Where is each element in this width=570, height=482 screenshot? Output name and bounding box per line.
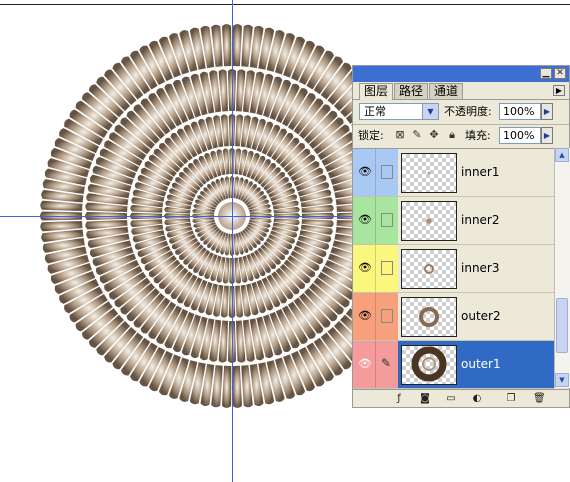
eye-icon[interactable]: 👁︎ <box>358 165 372 178</box>
layer-thumbnail-inner3 <box>401 249 457 289</box>
shell-ridge <box>222 24 232 67</box>
mask-icon[interactable]: ◙ <box>419 393 431 405</box>
layer-name-outer2[interactable]: outer2 <box>461 309 501 323</box>
layer-thumbnail-inner2 <box>401 201 457 241</box>
lock-row: 锁定: ⊠ ✎ ✥ 🔒︎ 填充: 100% ▶ <box>353 124 569 147</box>
layer-row-inner3[interactable]: 👁︎ inner3 <box>353 245 554 293</box>
layers-panel: ▁ ✕ 图层 路径 通道 ▶ 正常 ▼ 不透明度: 100% ▶ 锁定: ⊠ ✎… <box>352 65 570 408</box>
layer-link-cell <box>375 245 398 292</box>
tab-channels[interactable]: 通道 <box>429 83 464 99</box>
layer-thumbnail-outer2 <box>401 297 457 337</box>
layer-row-outer1[interactable]: 👁︎ ✎ outer1 <box>353 341 554 389</box>
vertical-guide-line[interactable] <box>232 0 233 482</box>
shell-ridge <box>40 220 83 232</box>
panel-bottom-toolbar: ƒ ◙ ▭ ◐ ❐ 🗑︎ <box>353 389 569 408</box>
minimize-button[interactable]: ▁ <box>540 68 552 79</box>
panel-tabs: 图层 路径 通道 ▶ <box>353 82 569 100</box>
layer-color-outer1: 👁︎ <box>353 341 375 388</box>
layer-name-outer1[interactable]: outer1 <box>461 357 501 371</box>
layer-row-inner1[interactable]: 👁︎ inner1 <box>353 149 554 197</box>
folder-icon[interactable]: ▭ <box>445 393 457 405</box>
opacity-label: 不透明度: <box>444 105 492 118</box>
link-box[interactable] <box>381 165 393 179</box>
link-box[interactable] <box>381 213 393 227</box>
tab-paths[interactable]: 路径 <box>394 83 429 99</box>
link-box[interactable] <box>381 309 393 323</box>
shell-ridge <box>232 24 242 67</box>
scroll-thumb[interactable] <box>556 298 568 353</box>
layer-name-inner2[interactable]: inner2 <box>461 213 500 227</box>
lock-transparency-icon[interactable]: ⊠ <box>394 129 406 141</box>
scroll-down-button[interactable]: ▼ <box>555 373 569 387</box>
layer-color-inner1: 👁︎ <box>353 149 375 196</box>
lock-all-icon[interactable]: 🔒︎ <box>446 129 458 141</box>
eye-icon[interactable]: 👁︎ <box>358 357 372 370</box>
panel-menu-button[interactable]: ▶ <box>553 85 565 96</box>
scroll-up-button[interactable]: ▲ <box>555 148 569 162</box>
opacity-input[interactable]: 100% <box>499 103 541 120</box>
lock-image-icon[interactable]: ✎ <box>411 129 423 141</box>
tab-layers[interactable]: 图层 <box>359 83 394 100</box>
shell-ridge <box>40 200 83 212</box>
shell-ridge <box>232 365 242 408</box>
blend-mode-value: 正常 <box>364 105 386 118</box>
layer-link-cell: ✎ <box>375 341 398 388</box>
close-button[interactable]: ✕ <box>554 68 566 79</box>
layer-link-cell <box>375 293 398 340</box>
shell-ridge <box>222 365 232 408</box>
fill-slider-button[interactable]: ▶ <box>541 127 553 144</box>
layer-row-inner2[interactable]: 👁︎ inner2 <box>353 197 554 245</box>
layer-color-outer2: 👁︎ <box>353 293 375 340</box>
eye-icon[interactable]: 👁︎ <box>358 213 372 226</box>
layer-link-cell <box>375 149 398 196</box>
panel-titlebar[interactable]: ▁ ✕ <box>353 66 569 82</box>
link-box[interactable] <box>381 261 393 275</box>
fill-label: 填充: <box>465 129 491 142</box>
layer-name-inner3[interactable]: inner3 <box>461 261 500 275</box>
layer-row-outer2[interactable]: 👁︎ outer2 <box>353 293 554 341</box>
layer-color-inner3: 👁︎ <box>353 245 375 292</box>
adjustment-icon[interactable]: ◐ <box>471 393 483 405</box>
layer-thumbnail-inner1 <box>401 153 457 193</box>
opacity-slider-button[interactable]: ▶ <box>541 103 553 120</box>
blend-mode-select[interactable]: 正常 ▼ <box>359 103 439 120</box>
eye-icon[interactable]: 👁︎ <box>358 261 372 274</box>
layers-list: 👁︎ inner1 👁︎ inner2 👁︎ inner3 👁︎ outer2 … <box>353 148 554 389</box>
layer-link-cell <box>375 197 398 244</box>
eye-icon[interactable]: 👁︎ <box>358 309 372 322</box>
layer-style-icon[interactable]: ƒ <box>393 393 405 405</box>
trash-icon[interactable]: 🗑︎ <box>533 393 546 405</box>
lock-label: 锁定: <box>358 129 384 142</box>
layer-name-inner1[interactable]: inner1 <box>461 165 500 179</box>
blend-row: 正常 ▼ 不透明度: 100% ▶ <box>353 101 569 123</box>
brush-icon: ✎ <box>381 356 392 370</box>
new-layer-icon[interactable]: ❐ <box>505 393 517 405</box>
layer-color-inner2: 👁︎ <box>353 197 375 244</box>
fill-input[interactable]: 100% <box>499 127 541 144</box>
layer-thumbnail-outer1 <box>401 345 457 385</box>
layers-scrollbar[interactable]: ▲ ▼ <box>554 148 570 388</box>
lock-move-icon[interactable]: ✥ <box>428 129 440 141</box>
chevron-down-icon: ▼ <box>422 104 438 119</box>
